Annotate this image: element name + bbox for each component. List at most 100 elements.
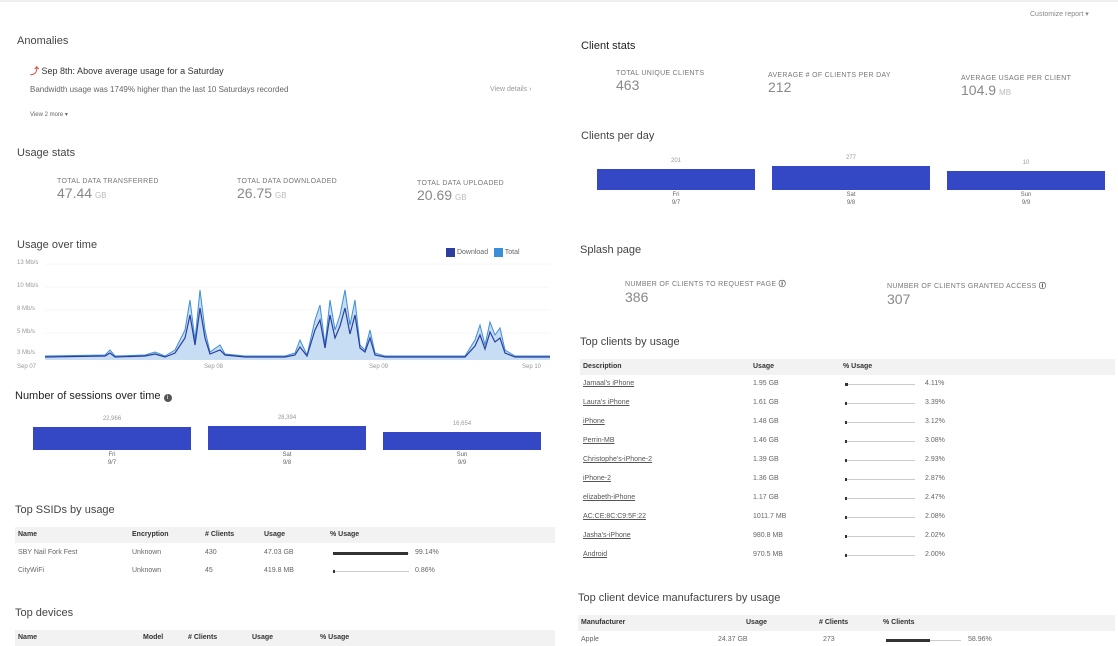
ssid-table-header: Name Encryption # Clients Usage % Usage <box>15 527 555 543</box>
bar[interactable] <box>33 427 191 450</box>
table-row[interactable]: AC:CE:8C:C9:5F:22 1011.7 MB 2.08% <box>580 510 1115 528</box>
view-more-label: View 2 more <box>30 112 64 118</box>
col-usage[interactable]: Usage <box>264 531 285 538</box>
client-description-link[interactable]: Jasha's-iPhone <box>583 532 631 539</box>
bar-value-label: 277 <box>845 155 856 161</box>
stat-label: AVERAGE USAGE PER CLIENT <box>961 75 1072 82</box>
devices-table-header: Name Model # Clients Usage % Usage <box>15 630 555 646</box>
client-pct: 3.39% <box>925 399 945 406</box>
col-clients[interactable]: # Clients <box>188 634 217 641</box>
clients-table-body: Jamaal's iPhone 1.95 GB 4.11% Laura's iPhon… <box>580 377 1115 567</box>
client-description-link[interactable]: Christophe's-iPhone-2 <box>583 456 652 463</box>
stat-number: 104.9 <box>961 82 997 98</box>
col-name[interactable]: Name <box>18 531 37 538</box>
client-pct: 3.08% <box>925 437 945 444</box>
manufacturer-pct: 58.96% <box>968 636 992 643</box>
table-row[interactable]: SBY Nail Fork Fest Unknown 430 47.03 GB … <box>15 546 555 564</box>
x-tick: Sep 08 <box>204 364 224 370</box>
view-more-link[interactable]: View 2 more ▾ <box>30 111 68 118</box>
col-clients[interactable]: # Clients <box>205 531 234 538</box>
col-pct-usage[interactable]: % Usage <box>330 531 359 538</box>
table-row[interactable]: Jamaal's iPhone 1.95 GB 4.11% <box>580 377 1115 395</box>
bar[interactable] <box>947 171 1105 190</box>
stat-label: TOTAL DATA DOWNLOADED <box>237 178 338 185</box>
top-clients-title: Top clients by usage <box>580 336 680 348</box>
stat-total-uploaded: TOTAL DATA UPLOADED 20.69 GB <box>417 180 504 203</box>
client-description-link[interactable]: Perrin-MB <box>583 437 615 444</box>
ssid-name: CityWiFi <box>18 567 45 574</box>
ssid-usage: 419.8 MB <box>264 567 294 574</box>
ssid-name: SBY Nail Fork Fest <box>18 549 78 556</box>
stat-splash-granted: NUMBER OF CLIENTS GRANTED ACCESS ⓘ 307 <box>887 281 1046 307</box>
table-row[interactable]: Laura's iPhone 1.61 GB 3.39% <box>580 396 1115 414</box>
stat-label: TOTAL DATA UPLOADED <box>417 180 504 187</box>
usage-chart: 13 Mb/s 10 Mb/s 8 Mb/s 5 Mb/s 3 Mb/s Sep… <box>17 260 550 375</box>
client-description-link[interactable]: iPhone-2 <box>583 475 611 482</box>
customize-report-label: Customize report <box>1030 11 1084 18</box>
bar[interactable] <box>383 432 541 450</box>
bar[interactable] <box>772 166 930 190</box>
info-icon[interactable]: ⓘ <box>779 281 786 288</box>
client-description-link[interactable]: iPhone <box>583 418 605 425</box>
customize-report-dropdown[interactable]: Customize report ▾ <box>1030 10 1089 18</box>
stat-avg-clients: AVERAGE # OF CLIENTS PER DAY 212 <box>768 72 891 95</box>
table-row[interactable]: Perrin-MB 1.46 GB 3.08% <box>580 434 1115 452</box>
col-usage[interactable]: Usage <box>746 619 767 626</box>
client-description-link[interactable]: Android <box>583 551 607 558</box>
client-usage: 1.39 GB <box>753 456 779 463</box>
col-usage[interactable]: Usage <box>753 363 774 370</box>
view-details-link[interactable]: View details › <box>490 86 532 93</box>
table-row[interactable]: Android 970.5 MB 2.00% <box>580 548 1115 566</box>
table-row[interactable]: Jasha's-iPhone 980.8 MB 2.02% <box>580 529 1115 547</box>
client-description-link[interactable]: elizabeth-iPhone <box>583 494 635 501</box>
col-clients[interactable]: # Clients <box>819 619 848 626</box>
col-encryption[interactable]: Encryption <box>132 531 169 538</box>
legend-swatch-download <box>446 248 455 257</box>
col-pct-usage[interactable]: % Usage <box>843 363 872 370</box>
table-row[interactable]: Apple 24.37 GB 273 58.96% <box>578 633 1115 646</box>
col-pct-usage[interactable]: % Usage <box>320 634 349 641</box>
table-row[interactable]: iPhone-2 1.36 GB 2.87% <box>580 472 1115 490</box>
table-row[interactable]: iPhone 1.48 GB 3.12% <box>580 415 1115 433</box>
bar-value-label: 16,654 <box>452 421 472 427</box>
anomalies-title: Anomalies <box>17 35 69 47</box>
client-pct: 4.11% <box>925 380 945 387</box>
usage-bar-fill <box>845 497 847 500</box>
col-model[interactable]: Model <box>143 634 163 641</box>
sessions-title: Number of sessions over time i <box>15 390 172 402</box>
bar-date-label: 9/8 <box>282 460 292 466</box>
stat-label: NUMBER OF CLIENTS TO REQUEST PAGE ⓘ <box>625 279 786 289</box>
col-manufacturer[interactable]: Manufacturer <box>581 619 625 626</box>
table-row[interactable]: CityWiFi Unknown 45 419.8 MB 0.86% <box>15 564 555 582</box>
col-usage[interactable]: Usage <box>252 634 273 641</box>
legend-swatch-total <box>493 248 503 257</box>
y-tick: 13 Mb/s <box>17 260 39 266</box>
info-icon[interactable]: ⓘ <box>1039 283 1046 290</box>
table-row[interactable]: elizabeth-iPhone 1.17 GB 2.47% <box>580 491 1115 509</box>
bar[interactable] <box>597 169 755 190</box>
chevron-down-icon: ▾ <box>1085 11 1089 18</box>
usage-bar-fill <box>845 383 848 386</box>
info-icon[interactable]: i <box>163 394 172 402</box>
bar-date-label: 9/9 <box>1021 200 1031 206</box>
client-description-link[interactable]: AC:CE:8C:C9:5F:22 <box>583 513 646 520</box>
col-name[interactable]: Name <box>18 634 37 641</box>
stat-number: 212 <box>768 79 792 95</box>
stat-value: 307 <box>887 291 911 307</box>
stat-value: 20.69 GB <box>417 187 504 203</box>
col-description[interactable]: Description <box>583 363 622 370</box>
stat-number: 463 <box>616 77 640 93</box>
stat-label-text: NUMBER OF CLIENTS GRANTED ACCESS <box>887 283 1037 290</box>
bar[interactable] <box>208 426 366 450</box>
bar-value-label: 10 <box>1022 160 1030 166</box>
usage-bar-fill <box>845 421 847 424</box>
ssid-pct: 0.86% <box>415 567 435 574</box>
stat-number: 47.44 <box>57 185 93 201</box>
client-pct: 3.12% <box>925 418 945 425</box>
client-description-link[interactable]: Laura's iPhone <box>583 399 629 406</box>
client-usage: 1.95 GB <box>753 380 779 387</box>
client-description-link[interactable]: Jamaal's iPhone <box>583 380 634 387</box>
col-pct-clients[interactable]: % Clients <box>883 619 915 626</box>
client-pct: 2.08% <box>925 513 945 520</box>
table-row[interactable]: Christophe's-iPhone-2 1.39 GB 2.93% <box>580 453 1115 471</box>
